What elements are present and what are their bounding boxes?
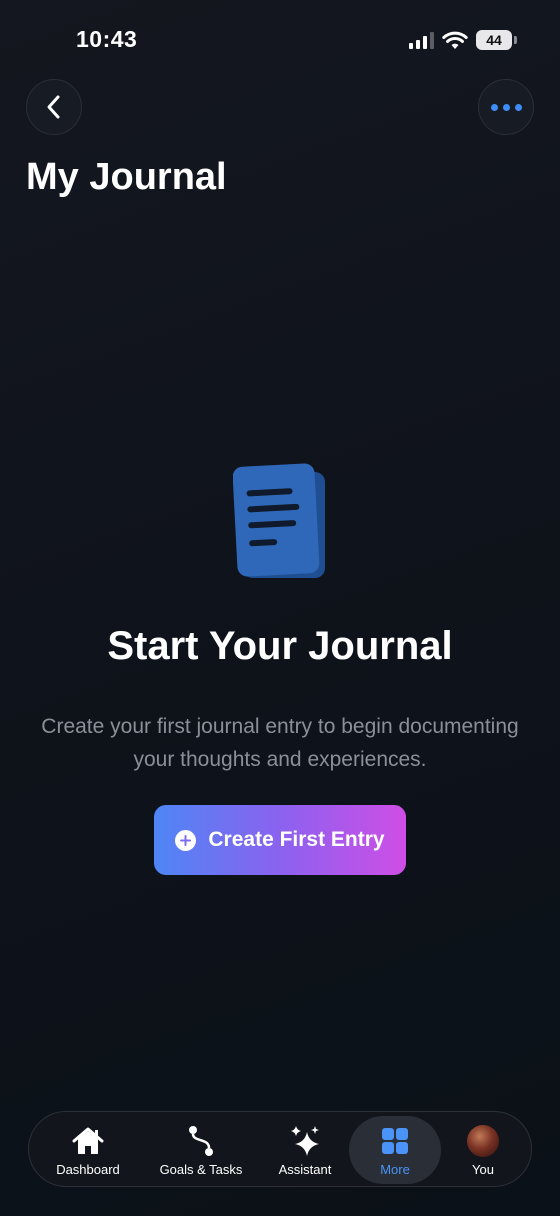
grid-icon	[378, 1124, 412, 1158]
status-bar: 10:43 44	[0, 0, 560, 80]
tab-label: More	[380, 1161, 410, 1177]
avatar	[467, 1124, 499, 1157]
signal-icon	[409, 31, 434, 49]
tab-label: Assistant	[278, 1161, 332, 1177]
status-time: 10:43	[76, 26, 138, 52]
empty-state-description: Create your first journal entry to begin…	[41, 715, 519, 771]
tab-you[interactable]: You	[451, 1112, 515, 1188]
status-icons: 44	[409, 30, 517, 50]
ellipsis-icon	[490, 103, 522, 111]
tab-more[interactable]: More	[349, 1116, 441, 1184]
more-options-button[interactable]	[478, 79, 534, 135]
plus-circle-icon	[175, 829, 197, 851]
wifi-icon	[442, 31, 468, 49]
back-button[interactable]	[26, 79, 82, 135]
document-icon	[233, 463, 325, 578]
tab-goals-tasks[interactable]: Goals & Tasks	[147, 1112, 255, 1188]
avatar-wrapper	[466, 1124, 500, 1158]
tab-label: You	[472, 1161, 494, 1177]
tab-dashboard[interactable]: Dashboard	[43, 1112, 133, 1188]
route-icon	[184, 1124, 218, 1158]
tab-bar: Dashboard Goals & Tasks Assistant More Y…	[28, 1111, 532, 1187]
create-first-entry-label: Create First Entry	[208, 828, 385, 851]
empty-state-title: Start Your Journal	[107, 624, 453, 668]
tab-label: Dashboard	[56, 1161, 120, 1177]
house-icon	[71, 1124, 105, 1158]
chevron-left-icon	[47, 95, 60, 119]
sparkles-icon	[288, 1124, 322, 1158]
create-first-entry-button[interactable]: Create First Entry	[154, 805, 406, 875]
page-title: My Journal	[26, 156, 227, 198]
tab-label: Goals & Tasks	[159, 1161, 243, 1177]
tab-assistant[interactable]: Assistant	[267, 1112, 343, 1188]
battery-icon: 44	[476, 30, 517, 50]
